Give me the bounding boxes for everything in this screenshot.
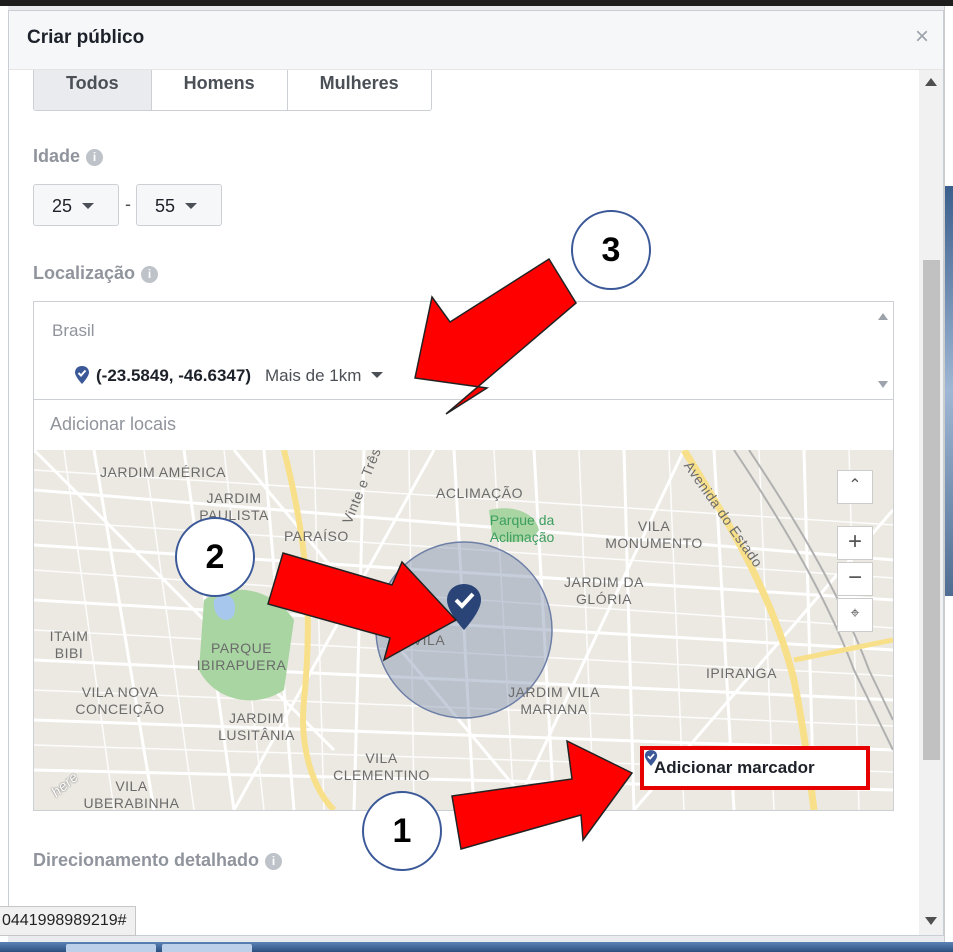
map-label: PARQUE IBIRAPUERA [196, 640, 287, 673]
taskbar-button[interactable] [162, 944, 252, 952]
scroll-up-icon[interactable] [925, 78, 937, 86]
add-location-input[interactable] [48, 413, 852, 436]
age-max-value: 55 [155, 196, 176, 216]
dialog-content: Todos Homens Mulheres Idade i 25 - 55 Loc… [9, 70, 919, 935]
location-box: Brasil (-23.5849, -46.6347) Mais de 1km [33, 301, 894, 811]
map-label: ACLIMAÇÃO [436, 485, 523, 501]
caret-down-icon [185, 203, 198, 209]
add-location-field [34, 399, 893, 451]
zoom-out-button[interactable]: − [837, 562, 873, 596]
info-icon[interactable]: i [141, 266, 159, 283]
detailed-targeting-text: Direcionamento detalhado [33, 850, 260, 870]
map-label: JARDIM DA GLÓRIA [564, 574, 644, 607]
zoom-in-button[interactable]: + [837, 526, 873, 560]
add-marker-label: Adicionar marcador [654, 758, 815, 777]
taskbar-button[interactable] [66, 944, 156, 952]
map-label: VILA CLEMENTINO [333, 750, 430, 783]
recenter-icon[interactable]: ⌖ [837, 598, 873, 632]
location-map[interactable]: JARDIM AMÉRICA JARDIM PAULISTA PARAÍSO A… [34, 450, 893, 810]
age-max-select[interactable]: 55 [136, 184, 222, 226]
map-label: JARDIM AMÉRICA [100, 464, 227, 480]
location-list-scrollbar[interactable] [873, 302, 893, 399]
age-separator: - [125, 194, 131, 214]
age-label: Idade i [33, 146, 104, 167]
location-label: Localização i [33, 263, 159, 284]
info-icon[interactable]: i [265, 853, 283, 870]
create-audience-dialog: Criar público × Todos Homens Mulheres Id… [8, 10, 944, 936]
map-pin-icon [75, 366, 89, 384]
caret-down-icon [371, 372, 384, 378]
map-pin-icon [447, 584, 481, 630]
age-label-text: Idade [33, 146, 81, 166]
gender-selector: Todos Homens Mulheres [33, 70, 432, 111]
close-icon[interactable]: × [915, 23, 929, 51]
status-bar-url: 0441998989219# [0, 906, 136, 936]
radius-value: Mais de 1km [265, 366, 362, 385]
gender-all-button[interactable]: Todos [34, 70, 152, 110]
radius-dropdown[interactable]: Mais de 1km [265, 366, 384, 385]
gender-men-button[interactable]: Homens [151, 70, 288, 110]
map-label: JARDIM VILA MARIANA [508, 684, 600, 717]
map-label: VILA NOVA CONCEIÇÃO [75, 684, 165, 717]
age-min-select[interactable]: 25 [33, 184, 119, 226]
annotation-badge-2: 2 [175, 517, 255, 597]
dialog-scrollbar[interactable] [919, 70, 943, 935]
scroll-down-icon[interactable] [878, 381, 888, 388]
map-label: VILA UBERABINHA [83, 778, 180, 810]
dialog-title: Criar público [27, 27, 145, 48]
map-scroll-up-button[interactable]: ⌃ [837, 470, 873, 504]
map-pin-icon [644, 750, 658, 766]
info-icon[interactable]: i [86, 149, 104, 166]
scroll-up-icon[interactable] [878, 313, 888, 320]
pin-coordinates: (-23.5849, -46.6347) [96, 366, 251, 385]
map-label: Parque da Aclimação [489, 512, 555, 545]
gender-women-button[interactable]: Mulheres [287, 70, 431, 110]
scrollbar-thumb[interactable] [923, 260, 940, 760]
caret-down-icon [82, 203, 95, 209]
map-label: JARDIM LUSITÂNIA [218, 710, 295, 743]
dialog-header: Criar público × [9, 11, 943, 70]
location-pin-entry: (-23.5849, -46.6347) Mais de 1km [74, 366, 384, 386]
detailed-targeting-label: Direcionamento detalhado i [33, 850, 283, 871]
map-label: VILA MONUMENTO [605, 518, 703, 551]
background-image [945, 186, 953, 596]
age-min-value: 25 [52, 196, 73, 216]
annotation-badge-3: 3 [571, 210, 651, 290]
background-page-left [0, 6, 8, 946]
window-top-bar [0, 0, 953, 6]
map-label: PARAÍSO [284, 528, 349, 544]
add-marker-button[interactable]: Adicionar marcador [640, 746, 870, 790]
map-label: VILA MARIANA [412, 632, 446, 648]
map-label: IPIRANGA [706, 665, 777, 681]
location-country: Brasil [52, 321, 95, 340]
background-page-right [944, 6, 953, 946]
map-label: ITAIM BIBI [49, 628, 89, 661]
annotation-badge-1: 1 [362, 791, 442, 871]
taskbar [0, 942, 953, 952]
scroll-down-icon[interactable] [925, 917, 937, 925]
location-label-text: Localização [33, 263, 136, 283]
